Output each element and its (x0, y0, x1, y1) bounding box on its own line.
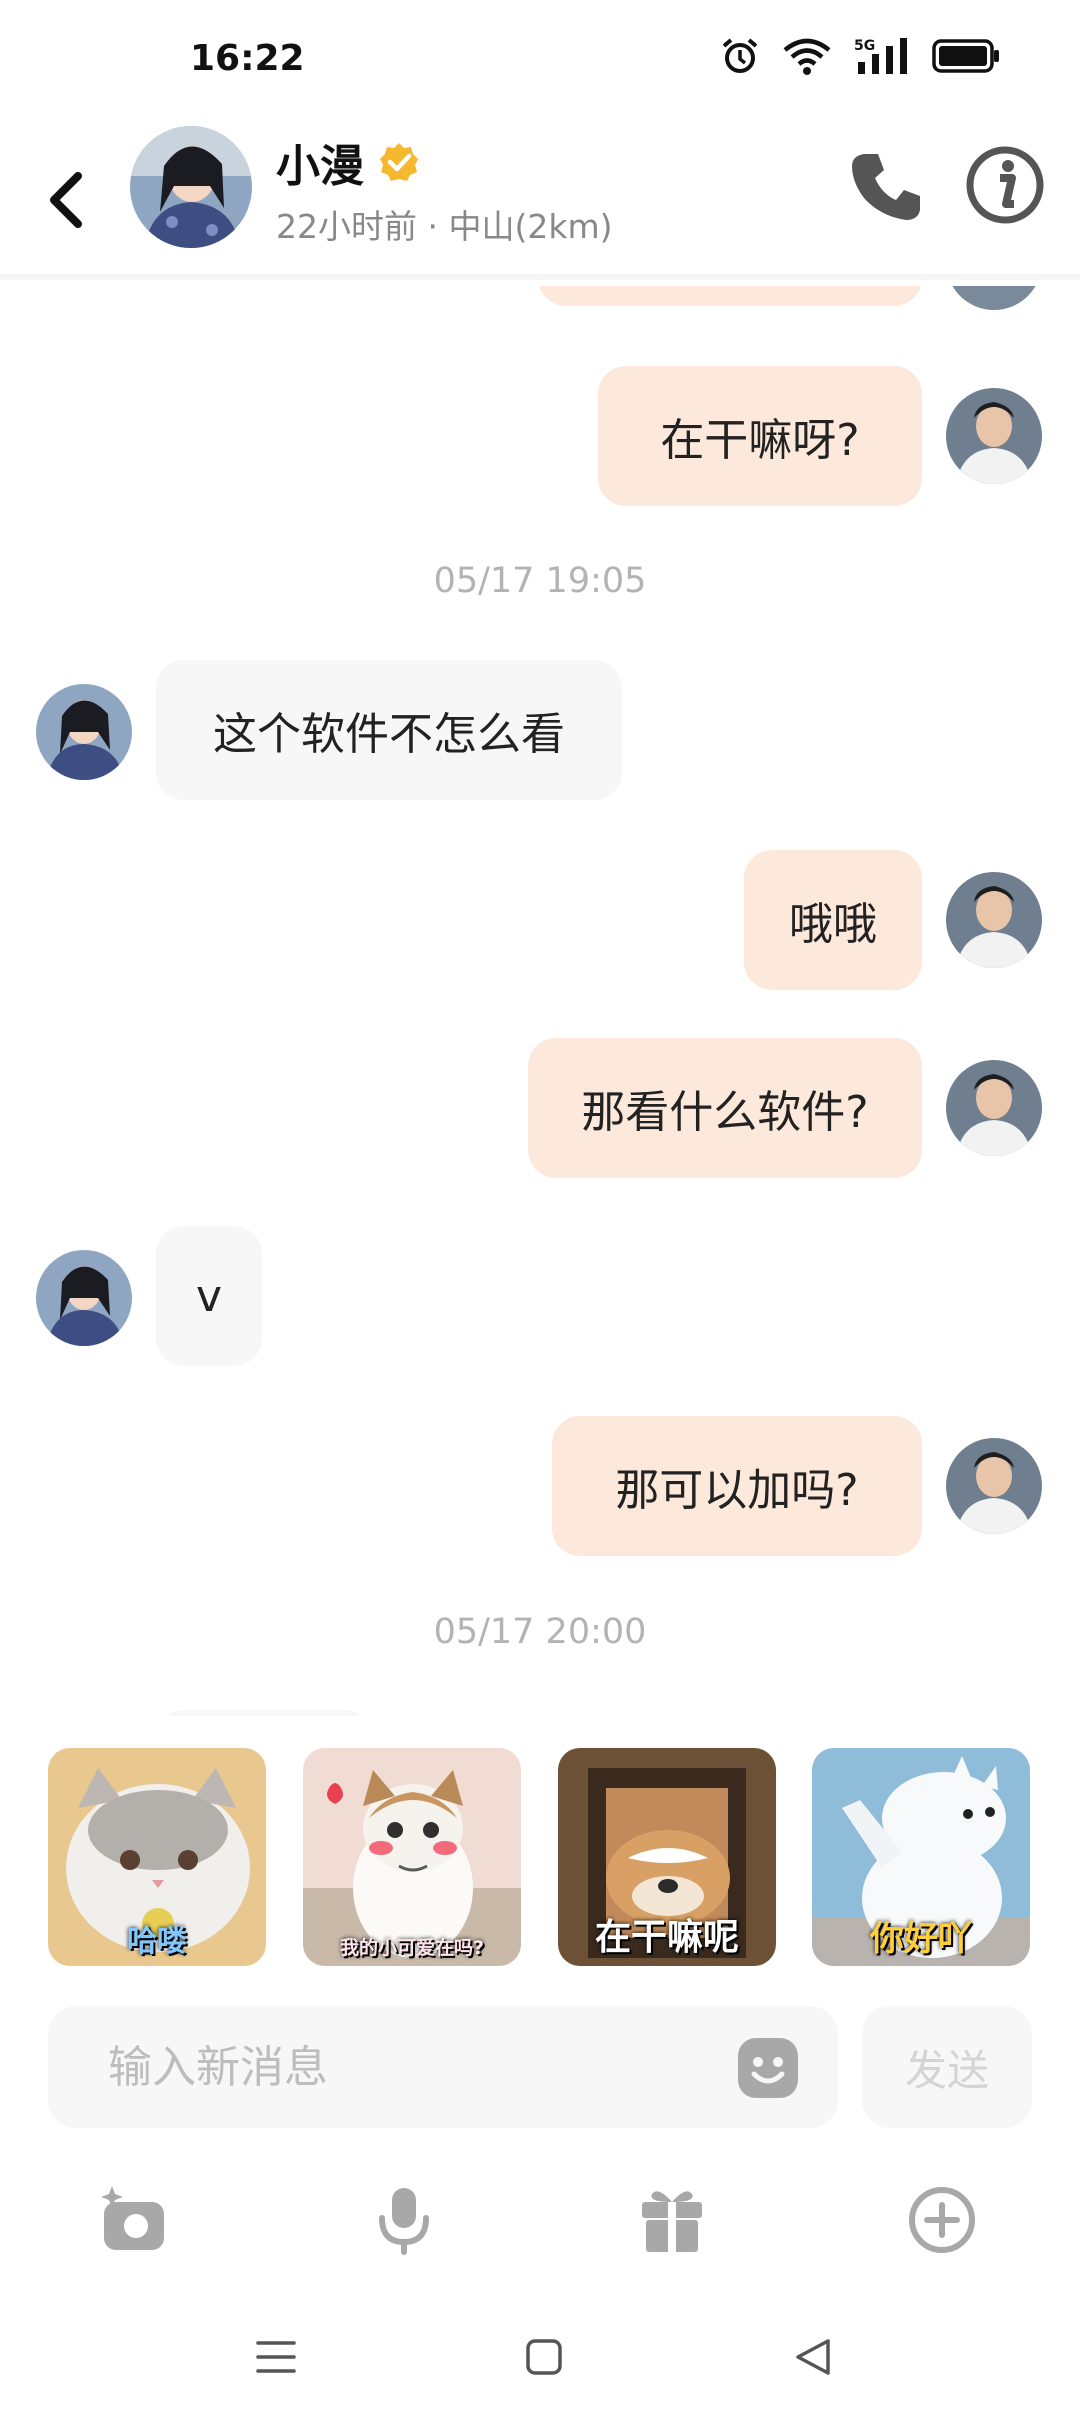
emoji-icon (738, 2038, 798, 2098)
more-button[interactable] (892, 2170, 992, 2270)
my-avatar[interactable] (946, 1060, 1042, 1156)
contact-name: 小漫 (276, 141, 364, 192)
message-bubble-incoming[interactable]: 这个软件不怎么看 (156, 660, 622, 800)
info-icon (966, 146, 1044, 224)
voice-button[interactable] (354, 2170, 454, 2270)
menu-icon (256, 2341, 296, 2373)
contact-avatar[interactable] (130, 126, 252, 248)
network-label: 5G (854, 38, 875, 54)
sticker-suggestions: 哈喽 我的小可爱在吗? 在干嘛呢 你好吖 (0, 1740, 1080, 1980)
square-icon (526, 2339, 562, 2375)
cell-signal-icon: 5G (854, 38, 907, 74)
microphone-icon (379, 2188, 429, 2255)
gift-button[interactable] (622, 2170, 722, 2270)
message-bubble-outgoing[interactable]: 那看什么软件? (528, 1038, 922, 1178)
phone-icon (852, 154, 920, 220)
timestamp: 05/17 19:05 (433, 561, 647, 601)
sticker-caption: 我的小可爱在吗? (339, 1937, 485, 1959)
send-button[interactable]: 发送 (862, 2006, 1032, 2128)
message-bubble-outgoing[interactable]: 那可以加吗? (552, 1416, 922, 1556)
nav-menu-button[interactable] (236, 2322, 316, 2392)
message-bubble-partial[interactable] (538, 286, 922, 306)
contact-name-row: 小漫 (276, 130, 420, 194)
camera-button[interactable] (84, 2170, 184, 2270)
sticker-2[interactable]: 我的小可爱在吗? (303, 1748, 521, 1966)
sticker-caption: 你好吖 (870, 1919, 972, 1959)
battery-icon (932, 39, 999, 73)
timestamp: 05/17 20:00 (433, 1612, 647, 1652)
call-button[interactable] (846, 146, 926, 226)
my-avatar-partial (946, 286, 1042, 310)
chat-header: 小漫 22小时前 · 中山(2km) (0, 120, 1080, 280)
message-bubble-outgoing[interactable]: 哦哦 (744, 850, 922, 990)
message-bubble-outgoing[interactable]: 在干嘛呀? (598, 366, 922, 506)
gift-icon (642, 2191, 702, 2252)
my-avatar[interactable] (946, 388, 1042, 484)
nav-back-button[interactable] (772, 2322, 852, 2392)
triangle-back-icon (796, 2339, 830, 2375)
alarm-icon (722, 38, 758, 73)
message-input[interactable] (108, 2006, 728, 2128)
verified-badge-icon (380, 143, 418, 181)
message-bubble-incoming[interactable]: v (156, 1226, 262, 1366)
emoji-button[interactable] (736, 2036, 800, 2100)
wifi-icon (783, 38, 831, 75)
contact-message-avatar[interactable] (36, 684, 132, 780)
status-icons: 5G (720, 36, 1000, 76)
message-bubble-partial[interactable] (156, 1710, 372, 1716)
sticker-3[interactable]: 在干嘛呢 (558, 1748, 776, 1966)
camera-sparkle-icon (101, 2186, 164, 2250)
back-button[interactable] (36, 160, 96, 240)
contact-status: 22小时前 · 中山(2km) (276, 207, 613, 246)
chat-area[interactable]: 在干嘛呀? 05/17 19:05 这个软件不怎么看 哦哦 那看什么软件? v … (0, 286, 1080, 1716)
sticker-caption: 哈喽 (127, 1924, 187, 1959)
contact-message-avatar[interactable] (36, 1250, 132, 1346)
sticker-caption: 在干嘛呢 (594, 1917, 739, 1958)
plus-circle-icon (909, 2187, 975, 2253)
chevron-left-icon (50, 172, 82, 228)
info-button[interactable] (964, 144, 1046, 226)
sticker-1[interactable]: 哈喽 (48, 1748, 266, 1966)
message-input-container[interactable] (48, 2006, 838, 2128)
my-avatar[interactable] (946, 872, 1042, 968)
system-nav-bar (0, 2300, 1080, 2412)
input-toolbar (0, 2170, 1080, 2270)
sticker-4[interactable]: 你好吖 (812, 1748, 1030, 1966)
status-time: 16:22 (190, 38, 305, 79)
my-avatar[interactable] (946, 1438, 1042, 1534)
status-bar: 16:22 5G (0, 0, 1080, 120)
nav-home-button[interactable] (504, 2322, 584, 2392)
